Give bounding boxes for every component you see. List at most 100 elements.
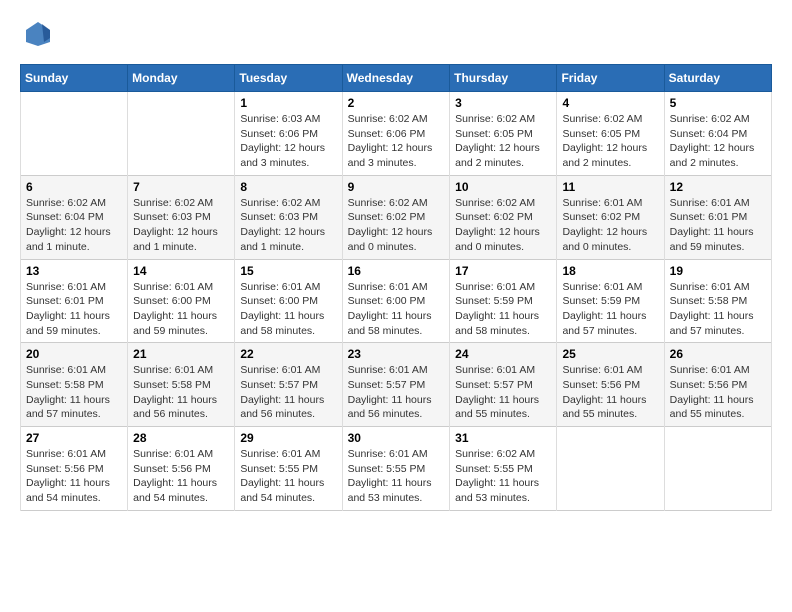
header-cell-saturday: Saturday [664,65,771,92]
calendar-cell: 29Sunrise: 6:01 AM Sunset: 5:55 PM Dayli… [235,427,342,511]
calendar-cell: 31 Sunrise: 6:02 AM Sunset: 5:55 PM Dayli… [450,427,557,511]
week-row-3: 13 Sunrise: 6:01 AM Sunset: 6:01 PM Dayli… [21,259,772,343]
day-number: 6 [26,180,122,194]
day-info: Sunrise: 6:01 AM Sunset: 5:58 PM Dayligh… [26,363,122,422]
calendar-cell: 26 Sunrise: 6:01 AM Sunset: 5:56 PM Dayli… [664,343,771,427]
header-cell-monday: Monday [128,65,235,92]
calendar-cell: 20 Sunrise: 6:01 AM Sunset: 5:58 PM Dayli… [21,343,128,427]
calendar-cell: 24 Sunrise: 6:01 AM Sunset: 5:57 PM Dayli… [450,343,557,427]
day-info: Sunrise: 6:01 AM Sunset: 6:01 PM Dayligh… [26,280,122,339]
calendar-header: SundayMondayTuesdayWednesdayThursdayFrid… [21,65,772,92]
calendar-cell [21,92,128,176]
day-number: 22 [240,347,336,361]
day-info: Sunrise: 6:01 AM Sunset: 6:00 PM Dayligh… [133,280,229,339]
day-info: Sunrise: 6:01 AM Sunset: 6:01 PM Dayligh… [670,196,766,255]
calendar-cell: 22 Sunrise: 6:01 AM Sunset: 5:57 PM Dayli… [235,343,342,427]
day-info: Sunrise: 6:01 AM Sunset: 5:57 PM Dayligh… [455,363,551,422]
day-number: 16 [348,264,445,278]
header-cell-sunday: Sunday [21,65,128,92]
logo [20,20,52,48]
day-info: Sunrise: 6:01 AM Sunset: 5:57 PM Dayligh… [348,363,445,422]
day-number: 24 [455,347,551,361]
calendar-table: SundayMondayTuesdayWednesdayThursdayFrid… [20,64,772,511]
day-number: 5 [670,96,766,110]
day-info: Sunrise: 6:01 AM Sunset: 5:56 PM Dayligh… [133,447,229,506]
day-number: 7 [133,180,229,194]
page-header [20,20,772,48]
day-info: Sunrise: 6:02 AM Sunset: 6:04 PM Dayligh… [670,112,766,171]
header-cell-thursday: Thursday [450,65,557,92]
day-number: 14 [133,264,229,278]
week-row-1: 1 Sunrise: 6:03 AM Sunset: 6:06 PM Daylig… [21,92,772,176]
day-info: Sunrise: 6:02 AM Sunset: 6:06 PM Dayligh… [348,112,445,171]
calendar-cell: 7 Sunrise: 6:02 AM Sunset: 6:03 PM Daylig… [128,175,235,259]
calendar-cell: 4 Sunrise: 6:02 AM Sunset: 6:05 PM Daylig… [557,92,664,176]
calendar-cell: 19 Sunrise: 6:01 AM Sunset: 5:58 PM Dayli… [664,259,771,343]
day-number: 19 [670,264,766,278]
day-number: 30 [348,431,445,445]
day-number: 9 [348,180,445,194]
day-info: Sunrise: 6:01 AM Sunset: 5:56 PM Dayligh… [26,447,122,506]
day-number: 3 [455,96,551,110]
day-info: Sunrise: 6:02 AM Sunset: 6:04 PM Dayligh… [26,196,122,255]
day-number: 17 [455,264,551,278]
header-row: SundayMondayTuesdayWednesdayThursdayFrid… [21,65,772,92]
day-info: Sunrise: 6:01 AM Sunset: 5:56 PM Dayligh… [670,363,766,422]
header-cell-tuesday: Tuesday [235,65,342,92]
calendar-cell: 6 Sunrise: 6:02 AM Sunset: 6:04 PM Daylig… [21,175,128,259]
day-number: 28 [133,431,229,445]
day-number: 25 [562,347,658,361]
day-number: 13 [26,264,122,278]
day-number: 21 [133,347,229,361]
day-info: Sunrise: 6:01 AM Sunset: 6:00 PM Dayligh… [240,280,336,339]
calendar-cell [128,92,235,176]
day-number: 11 [562,180,658,194]
day-info: Sunrise: 6:02 AM Sunset: 6:03 PM Dayligh… [240,196,336,255]
day-info: Sunrise: 6:01 AM Sunset: 5:59 PM Dayligh… [562,280,658,339]
calendar-cell: 18Sunrise: 6:01 AM Sunset: 5:59 PM Dayli… [557,259,664,343]
calendar-cell [557,427,664,511]
day-info: Sunrise: 6:01 AM Sunset: 5:59 PM Dayligh… [455,280,551,339]
calendar-cell: 16 Sunrise: 6:01 AM Sunset: 6:00 PM Dayli… [342,259,450,343]
day-number: 20 [26,347,122,361]
day-number: 1 [240,96,336,110]
day-info: Sunrise: 6:02 AM Sunset: 6:03 PM Dayligh… [133,196,229,255]
day-number: 10 [455,180,551,194]
header-cell-friday: Friday [557,65,664,92]
day-number: 23 [348,347,445,361]
calendar-cell: 21 Sunrise: 6:01 AM Sunset: 5:58 PM Dayli… [128,343,235,427]
week-row-4: 20 Sunrise: 6:01 AM Sunset: 5:58 PM Dayli… [21,343,772,427]
day-info: Sunrise: 6:02 AM Sunset: 6:05 PM Dayligh… [455,112,551,171]
day-info: Sunrise: 6:01 AM Sunset: 5:57 PM Dayligh… [240,363,336,422]
calendar-cell: 5 Sunrise: 6:02 AM Sunset: 6:04 PM Daylig… [664,92,771,176]
calendar-cell: 13 Sunrise: 6:01 AM Sunset: 6:01 PM Dayli… [21,259,128,343]
day-info: Sunrise: 6:01 AM Sunset: 5:58 PM Dayligh… [133,363,229,422]
calendar-cell: 1 Sunrise: 6:03 AM Sunset: 6:06 PM Daylig… [235,92,342,176]
week-row-5: 27 Sunrise: 6:01 AM Sunset: 5:56 PM Dayli… [21,427,772,511]
day-info: Sunrise: 6:01 AM Sunset: 6:00 PM Dayligh… [348,280,445,339]
day-number: 26 [670,347,766,361]
calendar-cell: 28 Sunrise: 6:01 AM Sunset: 5:56 PM Dayli… [128,427,235,511]
day-info: Sunrise: 6:02 AM Sunset: 5:55 PM Dayligh… [455,447,551,506]
day-info: Sunrise: 6:01 AM Sunset: 5:55 PM Dayligh… [348,447,445,506]
day-number: 8 [240,180,336,194]
day-number: 4 [562,96,658,110]
day-info: Sunrise: 6:01 AM Sunset: 6:02 PM Dayligh… [562,196,658,255]
day-info: Sunrise: 6:01 AM Sunset: 5:58 PM Dayligh… [670,280,766,339]
day-info: Sunrise: 6:03 AM Sunset: 6:06 PM Dayligh… [240,112,336,171]
calendar-cell: 14 Sunrise: 6:01 AM Sunset: 6:00 PM Dayli… [128,259,235,343]
day-number: 15 [240,264,336,278]
day-number: 27 [26,431,122,445]
day-number: 2 [348,96,445,110]
calendar-cell [664,427,771,511]
calendar-cell: 2 Sunrise: 6:02 AM Sunset: 6:06 PM Daylig… [342,92,450,176]
calendar-cell: 11 Sunrise: 6:01 AM Sunset: 6:02 PM Dayli… [557,175,664,259]
day-info: Sunrise: 6:02 AM Sunset: 6:05 PM Dayligh… [562,112,658,171]
header-cell-wednesday: Wednesday [342,65,450,92]
day-number: 31 [455,431,551,445]
day-number: 12 [670,180,766,194]
day-info: Sunrise: 6:02 AM Sunset: 6:02 PM Dayligh… [348,196,445,255]
day-info: Sunrise: 6:02 AM Sunset: 6:02 PM Dayligh… [455,196,551,255]
calendar-cell: 15 Sunrise: 6:01 AM Sunset: 6:00 PM Dayli… [235,259,342,343]
logo-icon [24,20,52,48]
